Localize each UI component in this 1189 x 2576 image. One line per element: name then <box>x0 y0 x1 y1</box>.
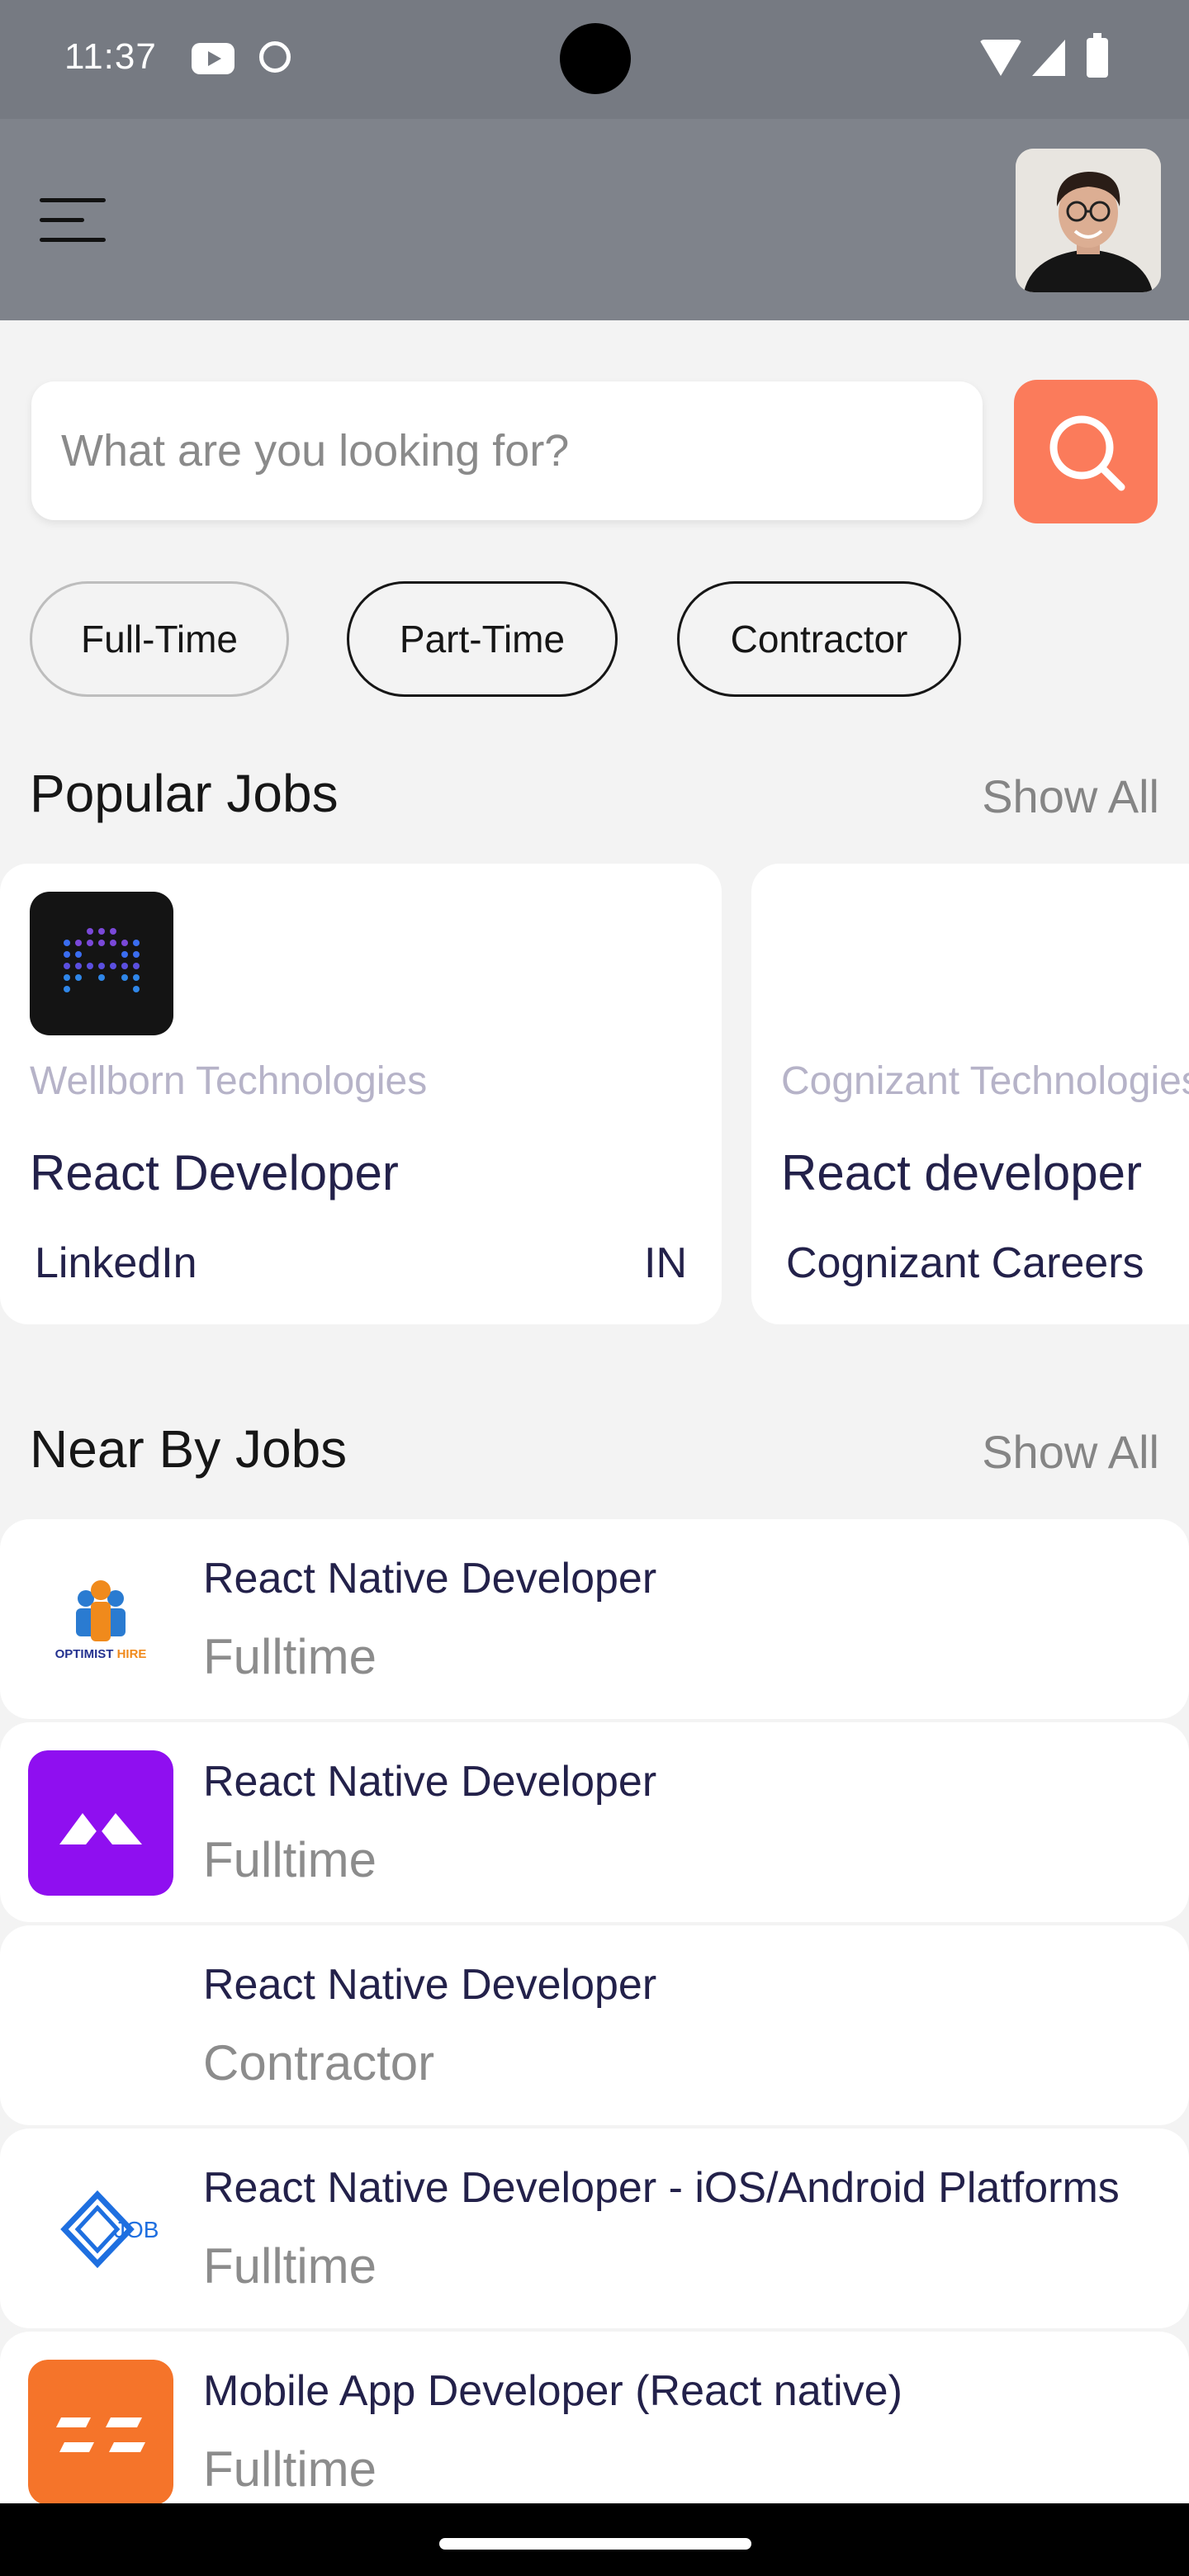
home-indicator[interactable] <box>439 2538 751 2550</box>
filter-part-time[interactable]: Part-Time <box>347 581 618 697</box>
notification-icon <box>259 41 291 73</box>
nearby-jobs-title: Near By Jobs <box>30 1419 348 1479</box>
popular-show-all-link[interactable]: Show All <box>982 769 1159 823</box>
nearby-job-row[interactable]: React Native Developer Contractor <box>0 1925 1189 2125</box>
nearby-job-title: React Native Developer - iOS/Android Pla… <box>203 2164 1120 2212</box>
company-name: Wellborn Technologies <box>30 1059 428 1103</box>
avatar[interactable] <box>1016 149 1161 292</box>
search-input[interactable] <box>31 381 983 520</box>
youtube-icon <box>192 43 234 74</box>
app-header <box>0 119 1189 320</box>
wifi-icon <box>979 40 1022 76</box>
optimist-hire-logo-icon: OPTIMIST HIRE <box>28 1547 173 1693</box>
battery-icon <box>1087 33 1108 78</box>
company-logo-icon <box>28 2360 173 2505</box>
job-publisher: LinkedIn <box>35 1239 197 1287</box>
company-name: Cognizant Technologies <box>781 1059 1189 1103</box>
company-logo-icon <box>30 892 173 1035</box>
search-icon <box>1049 415 1125 491</box>
nearby-job-title: React Native Developer <box>203 1555 657 1603</box>
nearby-job-row[interactable]: JOB React Native Developer - iOS/Android… <box>0 2129 1189 2328</box>
search-button[interactable] <box>1014 380 1158 523</box>
svg-text:JOB: JOB <box>114 2217 159 2242</box>
job-title: React Developer <box>30 1145 399 1200</box>
job-country: IN <box>644 1239 687 1287</box>
nearby-job-title: React Native Developer <box>203 1961 657 2009</box>
company-logo-icon <box>28 1750 173 1896</box>
job-publisher: Cognizant Careers <box>786 1239 1144 1287</box>
nearby-job-title: Mobile App Developer (React native) <box>203 2367 902 2415</box>
camera-cutout <box>560 23 631 94</box>
nearby-job-type: Contractor <box>203 2035 435 2091</box>
nearby-job-row[interactable]: Mobile App Developer (React native) Full… <box>0 2332 1189 2531</box>
nearby-job-row[interactable]: React Native Developer Fulltime <box>0 1722 1189 1922</box>
signal-icon <box>1032 40 1065 76</box>
status-bar: 11:37 <box>0 0 1189 119</box>
filter-contractor[interactable]: Contractor <box>677 581 961 697</box>
nearby-job-type: Fulltime <box>203 1832 377 1887</box>
popular-job-card[interactable]: Cognizant Technologies React developer C… <box>751 864 1189 1324</box>
filter-full-time[interactable]: Full-Time <box>30 581 289 697</box>
svg-text:OPTIMIST HIRE: OPTIMIST HIRE <box>55 1647 147 1661</box>
menu-icon[interactable] <box>40 198 106 248</box>
nearby-job-type: Fulltime <box>203 2238 377 2294</box>
nearby-show-all-link[interactable]: Show All <box>982 1425 1159 1479</box>
nearby-job-title: React Native Developer <box>203 1758 657 1806</box>
nearby-job-row[interactable]: OPTIMIST HIRE React Native Developer Ful… <box>0 1519 1189 1719</box>
popular-job-card[interactable]: Wellborn Technologies React Developer Li… <box>0 864 722 1324</box>
nearby-job-type: Fulltime <box>203 1629 377 1684</box>
status-time: 11:37 <box>64 36 157 77</box>
job-title: React developer <box>781 1145 1142 1200</box>
job-logo-icon: JOB <box>28 2157 173 2302</box>
popular-jobs-title: Popular Jobs <box>30 764 339 823</box>
search-box <box>31 381 983 520</box>
nearby-job-type: Fulltime <box>203 2441 377 2497</box>
